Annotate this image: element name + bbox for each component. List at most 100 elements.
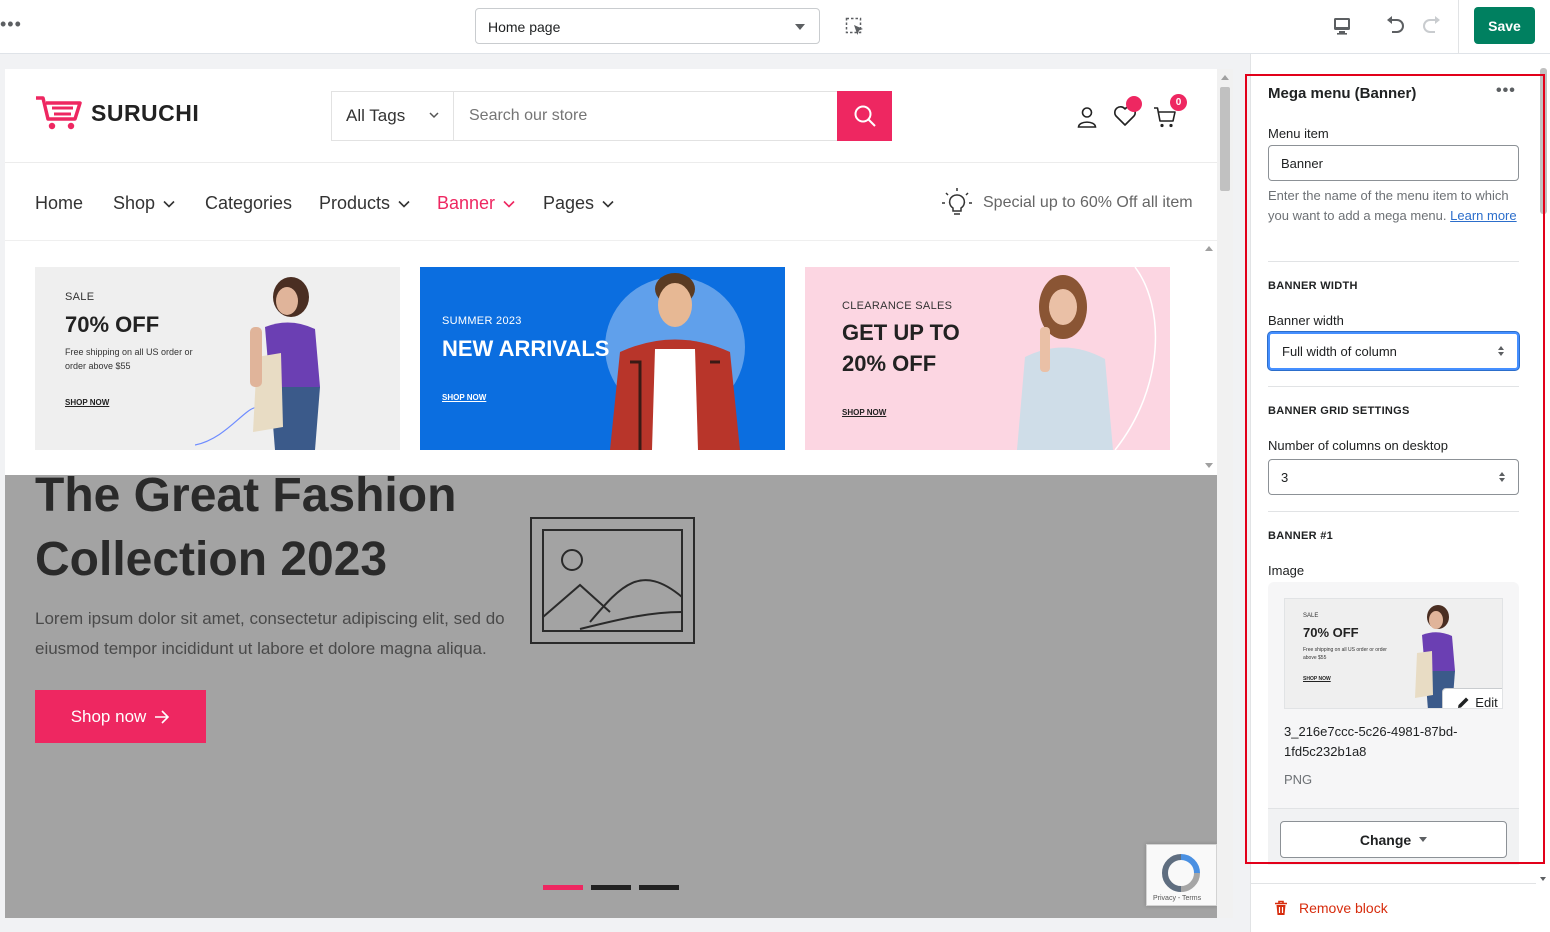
edit-label: Edit xyxy=(1475,695,1498,709)
undo-icon[interactable] xyxy=(1384,14,1406,36)
thumbnail-subtitle: SALE xyxy=(1303,613,1319,619)
store-header: SURUCHI All Tags Search our store 0 xyxy=(5,69,1217,163)
banner-width-value: Full width of column xyxy=(1282,344,1397,359)
trash-icon xyxy=(1275,900,1287,915)
tag-select-value: All Tags xyxy=(346,106,406,125)
search-icon xyxy=(854,105,876,127)
mega-menu-banner-panel: SALE 70% OFF Free shipping on all US ord… xyxy=(5,241,1217,475)
edit-image-button[interactable]: Edit xyxy=(1442,688,1502,709)
grid-settings-heading: BANNER GRID SETTINGS xyxy=(1268,405,1410,417)
redo-icon[interactable] xyxy=(1421,14,1443,36)
hero-description: Lorem ipsum dolor sit amet, consectetur … xyxy=(35,609,505,658)
chevron-down-icon xyxy=(429,112,439,119)
banner-subtitle: SALE xyxy=(65,291,95,303)
nav-item-banner[interactable]: Banner xyxy=(437,193,515,214)
tag-select[interactable]: All Tags xyxy=(332,92,454,140)
slider-dot-2[interactable] xyxy=(591,885,631,890)
chevron-down-icon xyxy=(398,200,410,208)
desktop-view-icon[interactable] xyxy=(1332,16,1352,36)
block-more-icon[interactable]: ••• xyxy=(1496,82,1516,100)
inspect-select-icon[interactable] xyxy=(845,17,865,37)
chevron-down-icon xyxy=(602,200,614,208)
settings-sidebar: Mega menu (Banner) ••• Menu item Enter t… xyxy=(1250,54,1550,932)
store-search-button[interactable] xyxy=(837,91,892,141)
section-divider xyxy=(1268,386,1519,387)
nav-item-label: Home xyxy=(35,193,84,213)
mega-banner-3[interactable]: CLEARANCE SALES GET UP TO 20% OFF SHOP N… xyxy=(805,267,1170,450)
banner-title: 70% OFF xyxy=(65,312,160,337)
storefront-preview: SURUCHI All Tags Search our store 0 Home… xyxy=(5,69,1217,918)
mega-banner-1[interactable]: SALE 70% OFF Free shipping on all US ord… xyxy=(35,267,400,450)
wishlist-badge xyxy=(1126,96,1142,112)
nav-item-products[interactable]: Products xyxy=(319,193,410,214)
section-divider xyxy=(1268,511,1519,512)
recaptcha-badge[interactable]: Privacy - Terms xyxy=(1146,844,1217,906)
sidebar-scroll-thumb[interactable] xyxy=(1540,68,1547,214)
columns-select[interactable]: 3 xyxy=(1268,459,1519,495)
change-label: Change xyxy=(1359,831,1412,848)
arrow-right-icon xyxy=(155,709,170,724)
section-divider xyxy=(1268,261,1519,262)
mega-panel-scrollbar[interactable] xyxy=(1201,241,1217,475)
hero-shop-now-button[interactable]: Shop now xyxy=(35,690,206,743)
banner-image-thumbnail[interactable]: SALE 70% OFF Free shipping on all US ord… xyxy=(1284,598,1503,709)
slider-dot-1[interactable] xyxy=(543,885,583,890)
menu-item-input[interactable] xyxy=(1268,145,1519,181)
banner-shop-link[interactable]: SHOP NOW xyxy=(65,398,109,407)
nav-item-label: Shop xyxy=(113,193,156,213)
banner-shop-link[interactable]: SHOP NOW xyxy=(842,408,886,417)
promo-message: Special up to 60% Off all item xyxy=(941,187,1193,219)
nav-item-home[interactable]: Home xyxy=(35,193,83,214)
image-file-name: 3_216e7ccc-5c26-4981-87bd-1fd5c232b1a8 xyxy=(1284,724,1458,759)
image-picker-card: SALE 70% OFF Free shipping on all US ord… xyxy=(1268,582,1519,865)
banner-subtitle: SUMMER 2023 xyxy=(442,315,522,327)
banner-width-select[interactable]: Full width of column xyxy=(1268,332,1519,370)
remove-block-button[interactable]: Remove block xyxy=(1251,883,1536,932)
more-menu-icon[interactable]: ••• xyxy=(0,14,22,35)
select-arrows-icon xyxy=(1499,472,1505,482)
change-image-button[interactable]: Change xyxy=(1280,821,1507,858)
chevron-down-icon xyxy=(503,200,515,208)
save-button[interactable]: Save xyxy=(1474,7,1535,44)
recaptcha-terms[interactable]: Privacy - Terms xyxy=(1153,895,1201,902)
banner-title: NEW ARRIVALS xyxy=(442,336,610,361)
block-title: Mega menu (Banner) xyxy=(1268,85,1417,102)
mega-banner-2[interactable]: SUMMER 2023 NEW ARRIVALS SHOP NOW xyxy=(420,267,785,450)
main-navigation: Home Shop Categories Products Banner Pag… xyxy=(5,163,1217,241)
menu-item-help: Enter the name of the menu item to which… xyxy=(1268,186,1518,226)
slider-dot-3[interactable] xyxy=(639,885,679,890)
promo-text: Special up to 60% Off all item xyxy=(983,194,1193,211)
model-man-plaid-image xyxy=(605,273,745,450)
learn-more-link[interactable]: Learn more xyxy=(1450,208,1516,223)
scroll-down-icon[interactable] xyxy=(1539,876,1547,882)
hero-slider-dots xyxy=(543,885,679,890)
banner-subtitle: CLEARANCE SALES xyxy=(842,300,953,312)
store-search: All Tags xyxy=(331,91,892,141)
store-search-input[interactable] xyxy=(455,92,838,140)
preview-scrollbar[interactable] xyxy=(1217,69,1233,918)
nav-item-pages[interactable]: Pages xyxy=(543,193,614,214)
store-logo[interactable]: SURUCHI xyxy=(35,95,199,131)
cart-logo-icon xyxy=(36,96,82,130)
banner-shop-link[interactable]: SHOP NOW xyxy=(442,393,486,402)
sidebar-scrollbar[interactable] xyxy=(1536,68,1550,883)
nav-item-label: Banner xyxy=(437,193,496,213)
banner-width-heading: BANNER WIDTH xyxy=(1268,280,1358,292)
cart-count-badge: 0 xyxy=(1170,94,1187,111)
caret-down-icon xyxy=(795,24,805,30)
user-account-icon[interactable] xyxy=(1076,106,1098,128)
nav-item-categories[interactable]: Categories xyxy=(205,193,292,214)
model-woman-pink-image xyxy=(1017,267,1157,450)
page-selector[interactable]: Home page xyxy=(475,8,820,44)
scroll-up-icon[interactable] xyxy=(1220,73,1230,81)
image-file-type: PNG xyxy=(1284,772,1313,787)
store-logo-text: SURUCHI xyxy=(91,99,200,126)
thumbnail-shop-link: SHOP NOW xyxy=(1303,676,1331,682)
preview-scroll-thumb[interactable] xyxy=(1220,87,1230,191)
nav-item-shop[interactable]: Shop xyxy=(113,193,175,214)
remove-block-label: Remove block xyxy=(1299,900,1388,916)
nav-item-label: Products xyxy=(319,193,391,213)
nav-item-label: Categories xyxy=(205,193,293,213)
columns-label: Number of columns on desktop xyxy=(1268,438,1448,453)
banner1-heading: BANNER #1 xyxy=(1268,530,1334,542)
